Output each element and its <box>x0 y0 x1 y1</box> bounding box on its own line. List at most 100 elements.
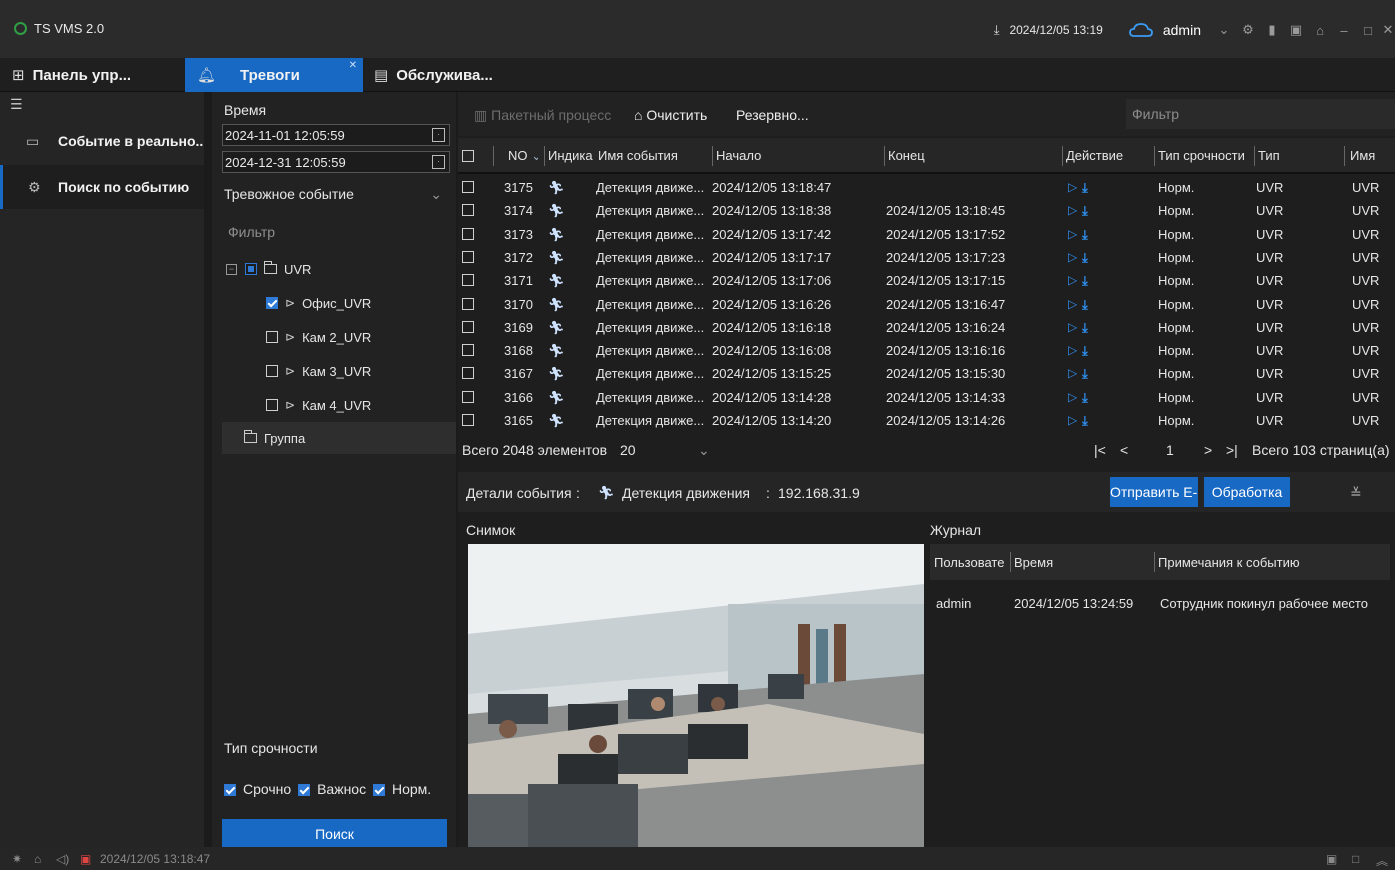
download-icon[interactable]: ⤓ <box>1082 366 1100 382</box>
last-page-icon[interactable]: >| <box>1226 442 1238 458</box>
prev-page-icon[interactable]: < <box>1120 442 1128 458</box>
download-icon[interactable]: ⤓ <box>994 22 1000 38</box>
col-priority[interactable]: Тип срочности <box>1158 148 1254 163</box>
lock-icon[interactable]: ⌂ <box>1309 23 1331 38</box>
row-checkbox[interactable] <box>462 274 474 286</box>
row-checkbox[interactable] <box>462 298 474 310</box>
select-all-checkbox[interactable] <box>462 150 474 162</box>
row-checkbox[interactable] <box>462 414 474 426</box>
end-date-field[interactable]: 2024-12-31 12:05:59 · <box>222 151 450 173</box>
tree-checkbox[interactable] <box>266 399 278 411</box>
tree-camera-item[interactable]: ⊳ Офис_UVR <box>266 293 371 313</box>
sort-icon[interactable]: ⌄ <box>528 148 538 163</box>
maximize-icon[interactable]: □ <box>1357 23 1379 38</box>
col-start[interactable]: Начало <box>716 148 836 163</box>
tab-maintenance[interactable]: ▤ Обслужива... <box>374 58 534 92</box>
play-icon[interactable]: ▷ <box>1068 390 1080 404</box>
batch-process-button[interactable]: ▥ Пакетный процесс <box>474 107 611 124</box>
first-page-icon[interactable]: |< <box>1094 442 1106 458</box>
search-button[interactable]: Поиск <box>222 819 447 849</box>
download-icon[interactable]: ⤓ <box>1082 227 1100 243</box>
tree-camera-item[interactable]: ⊳ Кам 2_UVR <box>266 327 371 347</box>
table-row[interactable]: 3171 🏃︎ Детекция движе... 2024/12/05 13:17:… <box>458 269 1395 292</box>
next-page-icon[interactable]: > <box>1204 442 1212 458</box>
priority-urgent-checkbox[interactable] <box>224 784 236 797</box>
event-type-select[interactable]: Тревожное событие ⌄ <box>224 186 444 202</box>
download-icon[interactable]: ⤓ <box>1082 390 1100 406</box>
col-event-name[interactable]: Имя события <box>598 148 708 163</box>
save-icon[interactable]: ▣ <box>1326 852 1337 866</box>
download-icon[interactable]: ⤓ <box>1082 273 1100 289</box>
stats-icon[interactable]: ▮ <box>1261 22 1283 38</box>
tree-camera-item[interactable]: ⊳ Кам 4_UVR <box>266 395 371 415</box>
tree-camera-item[interactable]: ⊳ Кам 3_UVR <box>266 361 371 381</box>
col-indicator[interactable]: Индика <box>548 148 596 163</box>
expand-up-icon[interactable]: ︽ <box>1376 852 1388 869</box>
tree-checkbox[interactable] <box>266 331 278 343</box>
play-icon[interactable]: ▷ <box>1068 413 1080 427</box>
play-icon[interactable]: ▷ <box>1068 297 1080 311</box>
play-icon[interactable]: ▷ <box>1068 250 1080 264</box>
cloud-icon[interactable] <box>1128 23 1153 37</box>
window-icon[interactable]: □ <box>1352 852 1359 866</box>
tree-checkbox[interactable] <box>266 297 278 309</box>
sun-icon[interactable]: ✷ <box>12 852 22 866</box>
tab-alarms[interactable]: 🔔︎ Тревоги ✕ <box>185 58 363 92</box>
table-row[interactable]: 3166 🏃︎ Детекция движе... 2024/12/05 13:14:… <box>458 386 1395 409</box>
table-row[interactable]: 3173 🏃︎ Детекция движе... 2024/12/05 13:17:… <box>458 223 1395 246</box>
priority-important-checkbox[interactable] <box>298 784 311 797</box>
play-icon[interactable]: ▷ <box>1068 273 1080 287</box>
table-row[interactable]: 3168 🏃︎ Детекция движе... 2024/12/05 13:16:… <box>458 339 1395 362</box>
row-checkbox[interactable] <box>462 204 474 216</box>
user-menu[interactable]: admin <box>1163 22 1201 38</box>
speaker-icon[interactable]: ◁) <box>56 852 69 866</box>
table-row[interactable]: 3165 🏃︎ Детекция движе... 2024/12/05 13:14:… <box>458 409 1395 431</box>
download-icon[interactable]: ⤓ <box>1082 343 1100 359</box>
record-icon[interactable]: ▣ <box>80 852 91 866</box>
row-checkbox[interactable] <box>462 391 474 403</box>
clear-icon[interactable]: ⌂ <box>34 852 41 866</box>
col-no[interactable]: NO ⌄ <box>508 148 538 164</box>
row-checkbox[interactable] <box>462 344 474 356</box>
start-date-field[interactable]: 2024-11-01 12:05:59 · <box>222 124 450 146</box>
download-icon[interactable]: ⤓ <box>1082 250 1100 266</box>
row-checkbox[interactable] <box>462 181 474 193</box>
minimize-icon[interactable]: – <box>1333 23 1355 38</box>
page-size-select[interactable]: 20 <box>620 442 636 458</box>
download-icon[interactable]: ⤓ <box>1082 180 1100 196</box>
col-device-name[interactable]: Имя <box>1350 148 1395 163</box>
row-checkbox[interactable] <box>462 367 474 379</box>
tab-dashboard[interactable]: ⊞ Панель упр... <box>12 58 182 92</box>
tree-root-uvr[interactable]: − UVR <box>226 259 311 279</box>
col-action[interactable]: Действие <box>1066 148 1146 163</box>
play-icon[interactable]: ▷ <box>1068 227 1080 241</box>
row-checkbox[interactable] <box>462 251 474 263</box>
close-tab-icon[interactable]: ✕ <box>349 60 357 71</box>
screen-icon[interactable]: ▣ <box>1285 22 1307 38</box>
table-filter-input[interactable]: Фильтр <box>1126 99 1395 129</box>
chevron-down-icon[interactable]: ⌄ <box>698 442 710 459</box>
current-page[interactable]: 1 <box>1166 442 1174 458</box>
row-checkbox[interactable] <box>462 321 474 333</box>
download-icon[interactable]: ⤓ <box>1082 297 1100 313</box>
table-row[interactable]: 3174 🏃︎ Детекция движе... 2024/12/05 13:18:… <box>458 199 1395 222</box>
tree-filter-input[interactable]: Фильтр <box>228 224 275 240</box>
chevron-down-icon[interactable]: ⌄ <box>1213 22 1235 38</box>
menu-item-event-search[interactable]: ⚙ Поиск по событию <box>0 165 204 209</box>
table-row[interactable]: 3172 🏃︎ Детекция движе... 2024/12/05 13:17:… <box>458 246 1395 269</box>
play-icon[interactable]: ▷ <box>1068 366 1080 380</box>
expand-icon[interactable]: ≚ <box>1350 485 1362 502</box>
tree-checkbox[interactable] <box>245 263 257 275</box>
send-email-button[interactable]: Отправить E-... <box>1110 477 1198 507</box>
priority-normal-checkbox[interactable] <box>372 784 385 797</box>
download-icon[interactable]: ⤓ <box>1082 320 1100 336</box>
play-icon[interactable]: ▷ <box>1068 320 1080 334</box>
download-icon[interactable]: ⤓ <box>1082 413 1100 429</box>
col-type[interactable]: Тип <box>1258 148 1338 163</box>
menu-item-realtime-events[interactable]: ▭ Событие в реально... <box>0 119 204 163</box>
row-checkbox[interactable] <box>462 228 474 240</box>
table-row[interactable]: 3169 🏃︎ Детекция движе... 2024/12/05 13:16:… <box>458 316 1395 339</box>
table-row[interactable]: 3175 🏃︎ Детекция движе... 2024/12/05 13:18:… <box>458 176 1395 199</box>
play-icon[interactable]: ▷ <box>1068 180 1080 194</box>
clear-button[interactable]: ⌂ Очистить <box>634 107 707 123</box>
